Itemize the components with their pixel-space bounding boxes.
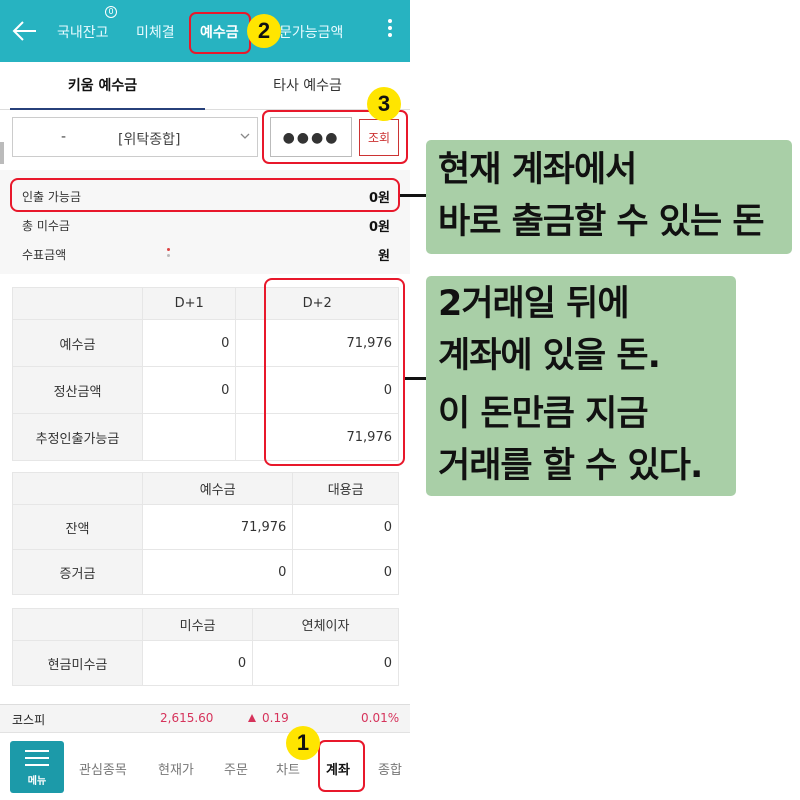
table-row: 잔액 71,976 0 bbox=[12, 504, 399, 550]
cell-d1: 0 bbox=[141, 366, 237, 414]
cell-deposit: 0 bbox=[141, 549, 294, 595]
table-header: D+1 bbox=[141, 287, 237, 320]
callout-line: 바로 출금할 수 있는 돈 bbox=[438, 202, 765, 242]
row-label: 예수금 bbox=[12, 319, 143, 367]
menu-label: 메뉴 bbox=[27, 776, 47, 787]
row-label: 잔액 bbox=[12, 504, 143, 550]
table-row: 증거금 0 0 bbox=[12, 549, 399, 595]
summary-row-check: 수표금액 원 bbox=[0, 242, 410, 268]
summary-label: 수표금액 bbox=[22, 248, 67, 262]
table-header: 연체이자 bbox=[252, 608, 399, 641]
callout-withdrawable: 현재 계좌에서 바로 출금할 수 있는 돈 bbox=[426, 140, 792, 254]
index-change: 0.19 bbox=[262, 711, 289, 725]
callout-line: 계좌에 있을 돈. bbox=[438, 336, 661, 376]
cell-d1 bbox=[141, 413, 237, 461]
back-button[interactable] bbox=[8, 14, 42, 48]
account-select[interactable]: - [위탁종합] bbox=[12, 117, 258, 157]
step-marker-1: 1 bbox=[286, 726, 320, 760]
callout-connector bbox=[405, 377, 427, 380]
row-label: 현금미수금 bbox=[12, 640, 143, 686]
cell-substitute: 0 bbox=[292, 549, 399, 595]
cell-receivable: 0 bbox=[141, 640, 254, 686]
callout-line: 거래를 할 수 있다. bbox=[438, 446, 703, 486]
balance-table: 예수금 대용금 잔액 71,976 0 증거금 0 0 bbox=[12, 472, 399, 595]
index-change-percent: 0.01% bbox=[361, 711, 400, 725]
nav-chart[interactable]: 차트 bbox=[276, 759, 300, 778]
table-header bbox=[12, 608, 143, 641]
up-triangle-icon bbox=[248, 714, 256, 722]
indicator-dot bbox=[167, 248, 170, 251]
row-label: 추정인출가능금 bbox=[12, 413, 143, 461]
highlight-deposit-tab bbox=[189, 12, 251, 54]
account-type: [위탁종합] bbox=[118, 132, 181, 148]
cell-overdue-interest: 0 bbox=[252, 640, 399, 686]
nav-current-price[interactable]: 현재가 bbox=[158, 759, 194, 778]
nav-watchlist[interactable]: 관심종목 bbox=[79, 759, 127, 778]
summary-value: 0원 bbox=[368, 220, 390, 235]
cell-substitute: 0 bbox=[292, 504, 399, 550]
tab-domestic-balance[interactable]: 국내잔고 bbox=[57, 22, 109, 42]
receivable-table: 미수금 연체이자 현금미수금 0 0 bbox=[12, 608, 399, 686]
table-header bbox=[12, 472, 143, 505]
cell-d1: 0 bbox=[141, 319, 237, 367]
summary-value: 원 bbox=[378, 249, 390, 264]
summary-label: 총 미수금 bbox=[22, 219, 70, 233]
menu-button[interactable]: 메뉴 bbox=[10, 741, 64, 793]
row-label: 증거금 bbox=[12, 549, 143, 595]
more-menu-icon[interactable] bbox=[380, 16, 400, 46]
nav-overview[interactable]: 종합 bbox=[378, 759, 404, 778]
hamburger-icon bbox=[25, 750, 49, 770]
indicator-dot bbox=[167, 254, 170, 257]
cell-deposit: 71,976 bbox=[141, 504, 294, 550]
account-number: - bbox=[61, 129, 67, 145]
nav-order[interactable]: 주문 bbox=[224, 759, 248, 778]
tab-orderable-amount[interactable]: 문가능금액 bbox=[279, 22, 343, 42]
step-marker-3: 3 bbox=[367, 87, 401, 121]
tab-badge: 0 bbox=[105, 6, 117, 18]
callout-line: 이 돈만큼 지금 bbox=[438, 394, 649, 434]
highlight-d2-column bbox=[264, 278, 405, 466]
subtab-kiwoom-deposit[interactable]: 키움 예수금 bbox=[0, 62, 205, 110]
callout-line: 현재 계좌에서 bbox=[438, 150, 637, 190]
table-header bbox=[12, 287, 143, 320]
row-label: 정산금액 bbox=[12, 366, 143, 414]
index-value: 2,615.60 bbox=[160, 711, 214, 725]
index-name: 코스피 bbox=[12, 713, 46, 727]
sub-tabs: 키움 예수금 타사 예수금 bbox=[0, 62, 410, 164]
highlight-account-nav bbox=[318, 740, 365, 792]
table-header: 대용금 bbox=[292, 472, 399, 505]
highlight-withdrawable bbox=[10, 178, 400, 212]
callout-line: 2거래일 뒤에 bbox=[438, 284, 630, 324]
step-marker-2: 2 bbox=[247, 14, 281, 48]
table-header: 미수금 bbox=[141, 608, 254, 641]
table-header: 예수금 bbox=[141, 472, 294, 505]
side-drawer-handle[interactable] bbox=[0, 142, 4, 164]
callout-connector bbox=[400, 194, 427, 197]
chevron-down-icon bbox=[240, 133, 250, 139]
table-row: 현금미수금 0 0 bbox=[12, 640, 399, 686]
table-header-row: 예수금 대용금 bbox=[12, 472, 399, 505]
market-index-bar[interactable]: 코스피 2,615.60 0.19 0.01% bbox=[0, 704, 410, 732]
tab-unsettled[interactable]: 미체결 bbox=[136, 22, 175, 42]
callout-d2: 2거래일 뒤에 계좌에 있을 돈. 이 돈만큼 지금 거래를 할 수 있다. bbox=[426, 276, 736, 496]
back-arrow-icon bbox=[12, 21, 36, 41]
table-header-row: 미수금 연체이자 bbox=[12, 608, 399, 641]
summary-row-receivable: 총 미수금 0원 bbox=[0, 213, 410, 239]
